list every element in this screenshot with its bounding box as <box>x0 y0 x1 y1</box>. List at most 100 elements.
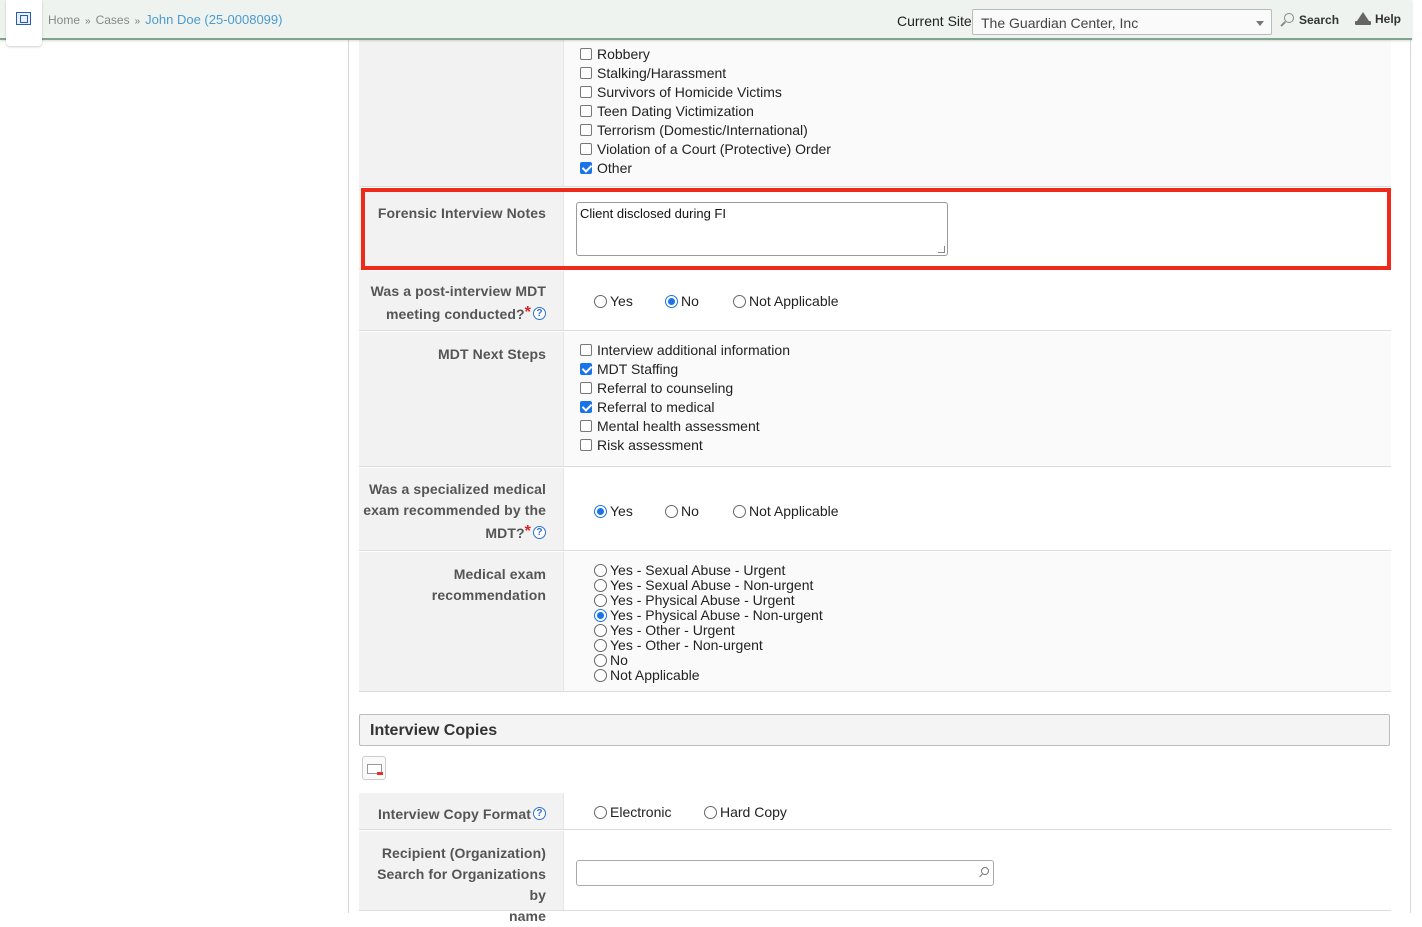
checkbox-robbery[interactable]: Robbery <box>580 46 650 62</box>
section-title: Interview Copies <box>370 722 498 739</box>
forensic-notes-textarea[interactable]: Client disclosed during FI <box>576 202 948 256</box>
radio-circle <box>594 805 607 819</box>
current-site-select[interactable]: The Guardian Center, Inc <box>972 9 1272 35</box>
checkbox-teen-dating[interactable]: Teen Dating Victimization <box>580 103 754 119</box>
help-question-icon[interactable]: ? <box>533 307 546 320</box>
mdt-next-steps-label: MDT Next Steps <box>438 346 546 362</box>
label-line: Was a post-interview MDT <box>370 283 546 299</box>
checkbox-referral-medical[interactable]: Referral to medical <box>580 399 715 415</box>
medical-exam-label: Was a specialized medical exam recommend… <box>363 479 546 544</box>
radio-circle <box>594 564 607 577</box>
label-line: Medical exam <box>453 566 546 582</box>
radio-exam-na[interactable]: Not Applicable <box>733 503 839 519</box>
checkbox-box <box>580 86 592 98</box>
radio-format-hardcopy[interactable]: Hard Copy <box>704 804 787 820</box>
radio-label: Yes - Sexual Abuse - Non-urgent <box>610 577 814 593</box>
help-button[interactable]: Help <box>1355 12 1401 26</box>
resize-handle[interactable] <box>938 246 945 253</box>
radio-label: No <box>610 652 628 668</box>
checkbox-stalking[interactable]: Stalking/Harassment <box>580 65 726 81</box>
radio-label: Hard Copy <box>720 804 787 820</box>
label-line: recommendation <box>431 587 546 603</box>
radio-physical-urgent[interactable]: Yes - Physical Abuse - Urgent <box>594 593 795 608</box>
checkbox-risk-assessment[interactable]: Risk assessment <box>580 437 703 453</box>
checkbox-terrorism[interactable]: Terrorism (Domestic/International) <box>580 122 808 138</box>
current-site-value: The Guardian Center, Inc <box>981 15 1139 31</box>
radio-circle <box>594 669 607 682</box>
app-menu-icon <box>16 12 31 25</box>
checkbox-homicide-survivors[interactable]: Survivors of Homicide Victims <box>580 84 782 100</box>
checkbox-court-order[interactable]: Violation of a Court (Protective) Order <box>580 141 831 157</box>
radio-rec-no[interactable]: No <box>594 653 628 668</box>
search-icon[interactable] <box>979 867 989 877</box>
row-field-cell: Robbery Stalking/Harassment Survivors of… <box>564 34 1391 186</box>
row-label-cell: Was a specialized medical exam recommend… <box>359 468 564 550</box>
breadcrumb-cases[interactable]: Cases <box>96 13 130 27</box>
copy-format-label: Interview Copy Format? <box>378 804 546 825</box>
label-line: Recipient (Organization) <box>381 845 546 861</box>
victimization-type-row: Robbery Stalking/Harassment Survivors of… <box>359 34 1391 187</box>
radio-label: Yes <box>610 503 633 519</box>
interview-copies-header: Interview Copies <box>359 714 1390 746</box>
checkbox-box <box>580 48 592 60</box>
radio-label: Yes - Other - Non-urgent <box>610 637 763 653</box>
radio-physical-nonurgent[interactable]: Yes - Physical Abuse - Non-urgent <box>594 608 823 623</box>
help-question-icon[interactable]: ? <box>533 526 546 539</box>
radio-circle <box>594 639 607 652</box>
forensic-notes-label: Forensic Interview Notes <box>377 205 546 221</box>
checkbox-label: Robbery <box>597 46 650 62</box>
search-button[interactable]: Search <box>1279 12 1339 28</box>
app-menu-button[interactable] <box>6 0 42 46</box>
checkbox-label: Survivors of Homicide Victims <box>597 84 782 100</box>
row-field-cell: Yes No Not Applicable <box>564 468 1391 550</box>
breadcrumb: Home » Cases » John Doe (25-0008099) <box>48 12 282 27</box>
row-field-cell: Yes - Sexual Abuse - Urgent Yes - Sexual… <box>564 552 1391 691</box>
label-line: name <box>509 908 546 924</box>
radio-mdt-no[interactable]: No <box>665 293 699 309</box>
radio-label: Yes <box>610 293 633 309</box>
radio-rec-na[interactable]: Not Applicable <box>594 668 700 683</box>
top-bar: Home » Cases » John Doe (25-0008099) Current… <box>0 0 1412 46</box>
checkbox-interview-additional[interactable]: Interview additional information <box>580 342 790 358</box>
radio-format-electronic[interactable]: Electronic <box>594 804 671 820</box>
radio-mdt-yes[interactable]: Yes <box>594 293 633 309</box>
row-field-cell: Interview additional information MDT Sta… <box>564 332 1391 466</box>
radio-exam-yes[interactable]: Yes <box>594 503 633 519</box>
label-line: Search for Organizations by <box>377 866 546 903</box>
mdt-meeting-row: Was a post-interview MDT meeting conduct… <box>359 271 1391 331</box>
checkbox-mental-health[interactable]: Mental health assessment <box>580 418 760 434</box>
radio-exam-no[interactable]: No <box>665 503 699 519</box>
checkbox-box-checked <box>580 363 592 375</box>
card-icon <box>367 764 383 775</box>
radio-circle-selected <box>665 294 678 308</box>
radio-circle <box>594 654 607 667</box>
checkbox-box <box>580 105 592 117</box>
add-copy-button[interactable] <box>362 756 386 780</box>
checkbox-other[interactable]: Other <box>580 160 632 176</box>
required-marker: * <box>524 523 531 540</box>
radio-other-nonurgent[interactable]: Yes - Other - Non-urgent <box>594 638 763 653</box>
radio-label: Yes - Sexual Abuse - Urgent <box>610 562 786 578</box>
organization-search-input[interactable] <box>576 860 994 886</box>
radio-sexual-nonurgent[interactable]: Yes - Sexual Abuse - Non-urgent <box>594 578 813 593</box>
help-question-icon[interactable]: ? <box>533 807 546 820</box>
radio-circle <box>594 594 607 607</box>
checkbox-mdt-staffing[interactable]: MDT Staffing <box>580 361 678 377</box>
row-field-cell: Yes No Not Applicable <box>564 271 1391 330</box>
mdt-meeting-label: Was a post-interview MDT meeting conduct… <box>371 281 546 325</box>
search-icon <box>1279 12 1295 28</box>
recipient-label: Recipient (Organization) Search for Orga… <box>359 843 546 927</box>
radio-sexual-urgent[interactable]: Yes - Sexual Abuse - Urgent <box>594 563 785 578</box>
help-label: Help <box>1375 12 1402 26</box>
breadcrumb-current-case[interactable]: John Doe (25-0008099) <box>145 12 282 27</box>
radio-circle-selected <box>594 609 607 622</box>
checkbox-box <box>580 420 592 432</box>
checkbox-referral-counseling[interactable]: Referral to counseling <box>580 380 733 396</box>
breadcrumb-home[interactable]: Home <box>48 13 80 27</box>
breadcrumb-separator: » <box>134 16 141 27</box>
radio-other-urgent[interactable]: Yes - Other - Urgent <box>594 623 735 638</box>
radio-mdt-na[interactable]: Not Applicable <box>733 293 839 309</box>
row-label-cell: Medical exam recommendation <box>359 552 564 691</box>
label-line: Was a specialized medical <box>368 481 546 497</box>
checkbox-label: Teen Dating Victimization <box>597 103 754 119</box>
